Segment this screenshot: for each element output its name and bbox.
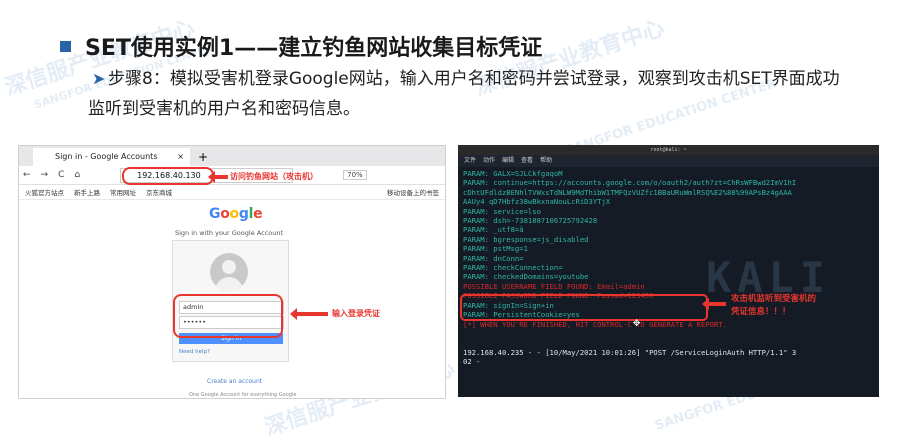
google-logo: Google: [209, 206, 263, 222]
terminal-title: root@kali: ~: [458, 145, 879, 155]
url-annotation: 访问钓鱼网站（攻击机）: [230, 172, 318, 181]
new-tab-button[interactable]: +: [198, 148, 208, 166]
menu-action[interactable]: 动作: [483, 155, 495, 167]
terminal-title-text: root@kali: ~: [650, 147, 687, 153]
need-help-link[interactable]: Need help?: [179, 349, 210, 355]
forward-icon[interactable]: →: [41, 170, 49, 180]
terminal-line: PARAM: checkConnection=: [463, 263, 563, 273]
url-highlight: [122, 167, 214, 185]
terminal-line: PARAM: pstMsg=1: [463, 244, 528, 254]
terminal-window: root@kali: ~ 文件 动作 编辑 查看 帮助 KALI PARAM: …: [458, 145, 879, 397]
terminal-annotation: 攻击机监听到受害机的 凭证信息！！！: [731, 293, 816, 319]
terminal-line: AAUy4 qD7Hbfz38wBkxnaNouLcRiD3YTjX: [463, 197, 611, 207]
terminal-menu: 文件 动作 编辑 查看 帮助: [458, 155, 879, 167]
menu-help[interactable]: 帮助: [540, 155, 552, 167]
bookmark-item[interactable]: 新手上路: [74, 187, 100, 197]
terminal-annotation-line1: 攻击机监听到受害机的: [731, 294, 817, 304]
zoom-level[interactable]: 70%: [343, 170, 367, 180]
tab-title: Sign in - Google Accounts: [55, 152, 158, 161]
terminal-output: PARAM: GALX=SJLCkfgaqoM PARAM: continue=h…: [463, 169, 875, 367]
terminal-line: PARAM: dsh=-7381887106725792428: [463, 216, 598, 226]
terminal-line: POSSIBLE USERNAME FIELD FOUND: Email=adm…: [463, 281, 645, 291]
back-icon[interactable]: ←: [23, 170, 31, 180]
create-account-link[interactable]: Create an account: [207, 378, 262, 385]
terminal-line: PARAM: service=lso: [463, 206, 541, 216]
menu-view[interactable]: 查看: [521, 155, 533, 167]
terminal-line: PARAM: continue=https://accounts.google.…: [463, 178, 797, 188]
credentials-found-arrow: [702, 298, 726, 310]
terminal-line: cDhtUFdldzBENhlTVWxsTdNLW9MdThibW1TMFQzV…: [463, 187, 792, 197]
close-icon[interactable]: ×: [177, 148, 184, 166]
credentials-arrow: [290, 308, 328, 320]
tab-signin[interactable]: Sign in - Google Accounts ×: [33, 148, 190, 166]
credentials-found-highlight: [460, 294, 708, 321]
input-annotation: 输入登录凭证: [332, 309, 380, 318]
terminal-line: PARAM: dnConn=: [463, 253, 524, 263]
avatar-icon: [210, 253, 248, 291]
bullet-square-icon: [60, 40, 71, 52]
bookmark-item[interactable]: 京东商城: [146, 187, 172, 197]
signin-subtitle: Sign in with your Google Account: [175, 229, 284, 237]
mouse-cursor-icon: ✥: [633, 315, 641, 329]
menu-file[interactable]: 文件: [464, 155, 476, 167]
terminal-line: 192.168.40.235 - - [10/May/2021 10:01:26…: [463, 347, 797, 357]
terminal-annotation-line2: 凭证信息！！！: [731, 307, 791, 317]
home-icon[interactable]: ⌂: [74, 170, 80, 180]
bookmark-item[interactable]: 常用网址: [110, 187, 136, 197]
terminal-line: PARAM: bgresponse=js_disabled: [463, 234, 589, 244]
url-arrow: [208, 171, 228, 183]
menu-edit[interactable]: 编辑: [502, 155, 514, 167]
footer-text: One Google Account for everything Google: [189, 392, 297, 398]
browser-window: Sign in - Google Accounts × + ← → C ⌂ 19…: [18, 145, 446, 399]
bookmark-item[interactable]: 火狐官方站点: [25, 187, 64, 197]
terminal-line: PARAM: _utf8=â: [463, 225, 524, 235]
terminal-line: PARAM: checkedDomains=youtube: [463, 272, 589, 282]
step-text: 步骤8：模拟受害机登录Google网站，输入用户名和密码并尝试登录，观察到攻击机…: [88, 69, 840, 119]
tab-bar: Sign in - Google Accounts × +: [19, 146, 445, 166]
credentials-highlight: [173, 294, 283, 338]
terminal-line: 02 -: [463, 357, 481, 367]
terminal-line: PARAM: GALX=SJLCkfgaqoM: [463, 169, 563, 178]
mobile-bookmarks[interactable]: 移动设备上的书签: [387, 187, 439, 197]
bookmarks-bar: 火狐官方站点 新手上路 常用网址 京东商城 移动设备上的书签: [19, 185, 445, 200]
reload-icon[interactable]: C: [58, 170, 64, 180]
slide-title: SET使用实例1——建立钓鱼网站收集目标凭证: [85, 36, 543, 61]
slide-title-row: SET使用实例1——建立钓鱼网站收集目标凭证: [60, 30, 542, 62]
